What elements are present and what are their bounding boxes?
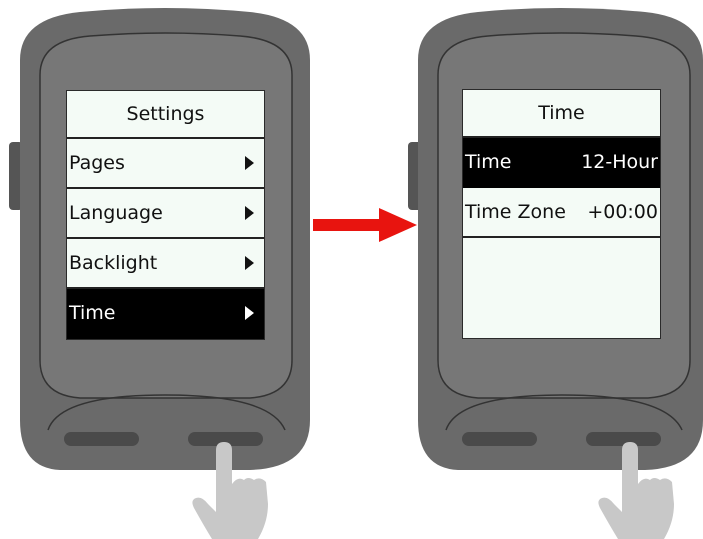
bottom-left-button[interactable] xyxy=(64,432,139,446)
menu-item-time-format[interactable]: Time 12-Hour xyxy=(463,138,660,188)
bottom-left-button[interactable] xyxy=(462,432,537,446)
menu-item-label: Time xyxy=(69,302,116,324)
chevron-right-icon xyxy=(245,156,254,170)
right-device-screen: Time Time 12-Hour Time Zone +00:00 xyxy=(462,89,661,339)
menu-item-value: +00:00 xyxy=(587,201,658,223)
chevron-right-icon xyxy=(245,256,254,270)
menu-item-label: Language xyxy=(69,202,163,224)
menu-item-backlight[interactable]: Backlight xyxy=(67,239,264,289)
pointing-hand-icon xyxy=(598,442,674,539)
pointing-hand-icon xyxy=(192,442,268,539)
menu-item-time-zone[interactable]: Time Zone +00:00 xyxy=(463,188,660,238)
screen-title: Settings xyxy=(67,91,264,139)
chevron-right-icon xyxy=(245,206,254,220)
menu-item-label: Backlight xyxy=(69,252,158,274)
menu-item-label: Time Zone xyxy=(465,201,566,223)
screen-title: Time xyxy=(463,90,660,138)
right-device: Time Time 12-Hour Time Zone +00:00 xyxy=(400,0,703,539)
chevron-right-icon xyxy=(245,306,254,320)
menu-item-label: Time xyxy=(465,151,512,173)
left-device: Settings Pages Language Backlight Time xyxy=(0,0,310,539)
menu-item-label: Pages xyxy=(69,152,125,174)
left-device-screen: Settings Pages Language Backlight Time xyxy=(66,90,265,340)
menu-item-time[interactable]: Time xyxy=(67,289,264,339)
menu-item-language[interactable]: Language xyxy=(67,189,264,239)
menu-item-pages[interactable]: Pages xyxy=(67,139,264,189)
menu-item-value: 12-Hour xyxy=(581,151,658,173)
